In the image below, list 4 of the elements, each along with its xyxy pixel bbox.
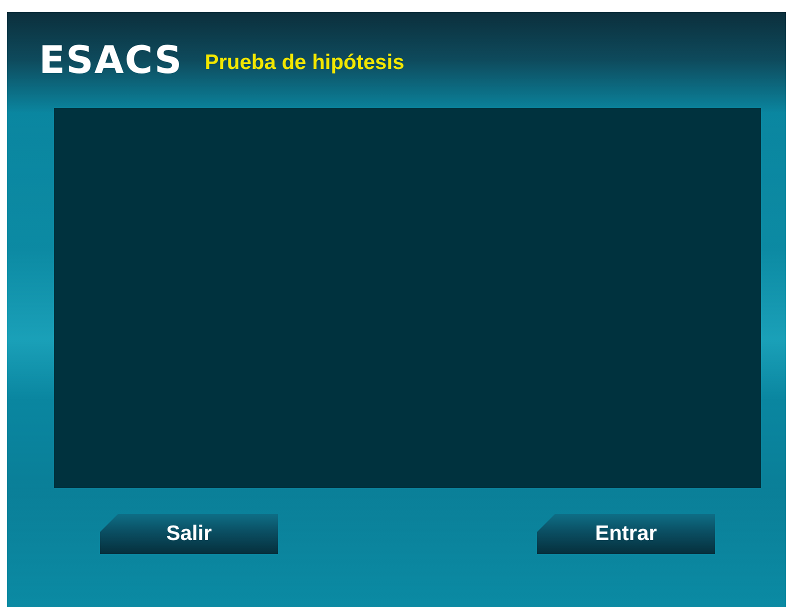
nav-button[interactable]: Salir: [100, 514, 278, 554]
nav-button[interactable]: Entrar: [537, 514, 715, 554]
logo: ESACS: [39, 38, 183, 82]
page-title: Prueba de hipótesis: [204, 51, 404, 75]
